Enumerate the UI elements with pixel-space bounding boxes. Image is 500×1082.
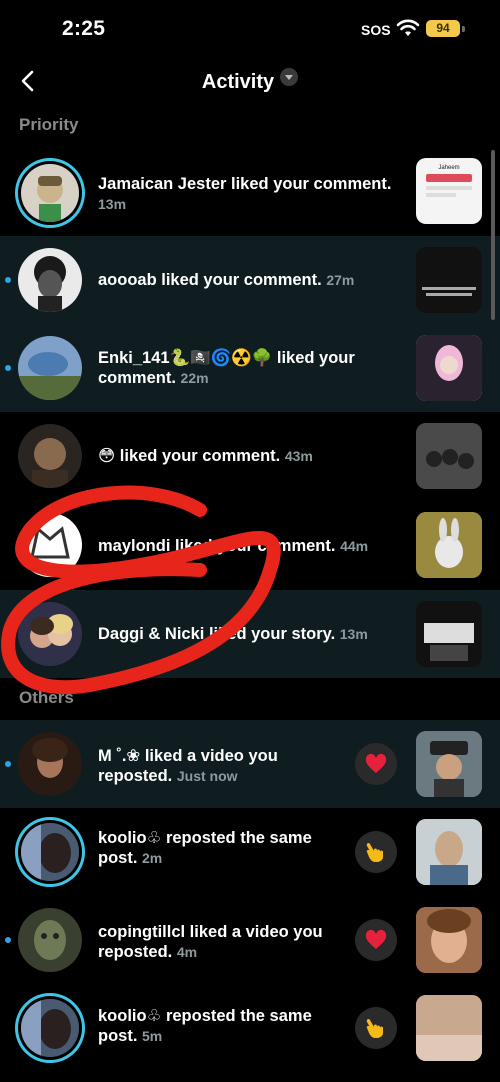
thumb-caption: Jaheem: [438, 165, 459, 171]
pointing-hand-icon: [366, 1018, 383, 1038]
post-thumbnail[interactable]: [416, 819, 482, 885]
avatar[interactable]: [18, 248, 82, 312]
activity-text: 😳 liked your comment. 43m: [98, 446, 398, 466]
activity-row[interactable]: Daggi & Nicki liked your story. 13m: [0, 590, 500, 678]
time-ago: 22m: [180, 370, 209, 386]
activity-row[interactable]: koolio♧ reposted the same post. 2m: [0, 808, 500, 896]
activity-message: Jamaican Jester liked your comment.: [98, 175, 392, 193]
activity-text: copingtillcl liked a video you reposted.…: [98, 922, 348, 962]
avatar[interactable]: [18, 336, 82, 400]
post-thumbnail[interactable]: [416, 512, 482, 578]
activity-message: aoooab liked your comment.: [98, 271, 322, 289]
post-thumbnail[interactable]: [416, 601, 482, 667]
reaction-button[interactable]: [355, 743, 397, 785]
avatar[interactable]: [21, 823, 79, 881]
avatar[interactable]: [18, 424, 82, 488]
time-ago: 13m: [339, 626, 368, 642]
reaction-button[interactable]: [355, 831, 397, 873]
unread-dot: [5, 365, 11, 371]
unread-dot: [5, 631, 11, 637]
section-label-priority: Priority: [19, 115, 79, 134]
activity-text: Daggi & Nicki liked your story. 13m: [98, 624, 398, 644]
unread-dot: [5, 277, 11, 283]
activity-row[interactable]: copingtillcl liked a video you reposted.…: [0, 896, 500, 984]
pointing-hand-icon: [366, 842, 383, 862]
activity-row[interactable]: M ˚.❀ liked a video you reposted. Just n…: [0, 720, 500, 808]
activity-text: Jamaican Jester liked your comment. 13m: [98, 174, 398, 214]
time-ago: Just now: [176, 768, 238, 784]
activity-text: Enki_141🐍🏴‍☠️🌀☢️🌳 liked your comment. 22…: [98, 348, 398, 388]
activity-message: 😳 liked your comment.: [98, 447, 281, 465]
activity-row[interactable]: maylondi liked your comment. 44m: [0, 500, 500, 590]
activity-row[interactable]: 😳 liked your comment. 43m: [0, 412, 500, 500]
time-ago: 4m: [176, 944, 198, 960]
activity-row[interactable]: aoooab liked your comment. 27m: [0, 236, 500, 324]
activity-row[interactable]: Enki_141🐍🏴‍☠️🌀☢️🌳 liked your comment. 22…: [0, 324, 500, 412]
activity-text: koolio♧ reposted the same post. 2m: [98, 828, 338, 868]
reaction-button[interactable]: [355, 1007, 397, 1049]
time-ago: 43m: [284, 448, 313, 464]
post-thumbnail[interactable]: [416, 995, 482, 1061]
activity-message: koolio♧ reposted the same post.: [98, 829, 312, 867]
avatar[interactable]: [18, 513, 82, 577]
chevron-down-icon: [280, 68, 299, 86]
post-thumbnail[interactable]: [416, 731, 482, 797]
sos-indicator: SOS: [361, 22, 391, 38]
header: Activity: [0, 60, 500, 104]
status-bar: 2:25 SOS 94: [0, 0, 500, 60]
activity-text: koolio♧ reposted the same post. 5m: [98, 1006, 338, 1046]
activity-message: maylondi liked your comment.: [98, 537, 336, 555]
post-thumbnail[interactable]: [416, 907, 482, 973]
activity-message: koolio♧ reposted the same post.: [98, 1007, 312, 1045]
time-ago: 27m: [326, 272, 355, 288]
reaction-button[interactable]: [355, 919, 397, 961]
avatar[interactable]: [21, 999, 79, 1057]
activity-message: Daggi & Nicki liked your story.: [98, 625, 336, 643]
battery-tip: [462, 26, 465, 32]
time-ago: 13m: [98, 196, 127, 212]
time-ago: 44m: [340, 538, 369, 554]
unread-dot: [5, 937, 11, 943]
post-thumbnail[interactable]: [416, 423, 482, 489]
activity-message: copingtillcl liked a video you reposted.: [98, 923, 323, 961]
avatar[interactable]: [18, 732, 82, 796]
avatar[interactable]: [18, 908, 82, 972]
activity-text: maylondi liked your comment. 44m: [98, 536, 398, 556]
section-label-others: Others: [19, 688, 74, 707]
activity-message: Enki_141🐍🏴‍☠️🌀☢️🌳 liked your comment.: [98, 349, 355, 387]
post-thumbnail[interactable]: Jaheem: [416, 158, 482, 224]
activity-text: M ˚.❀ liked a video you reposted. Just n…: [98, 746, 348, 786]
avatar[interactable]: [21, 164, 79, 222]
title-dropdown[interactable]: Activity: [0, 68, 500, 94]
time-ago: 2m: [142, 850, 163, 866]
clock: 2:25: [62, 17, 106, 40]
scrollbar[interactable]: [491, 150, 495, 320]
post-thumbnail[interactable]: [416, 247, 482, 313]
activity-row[interactable]: Jamaican Jester liked your comment. 13m …: [0, 150, 500, 236]
wifi-icon: [396, 19, 420, 36]
unread-dot: [5, 761, 11, 767]
heart-icon: [365, 929, 387, 949]
battery-indicator: 94: [426, 20, 460, 37]
activity-text: aoooab liked your comment. 27m: [98, 270, 398, 290]
time-ago: 5m: [142, 1028, 163, 1044]
page-title: Activity: [201, 71, 275, 93]
avatar[interactable]: [18, 602, 82, 666]
activity-row[interactable]: koolio♧ reposted the same post. 5m: [0, 984, 500, 1082]
heart-icon: [365, 753, 387, 773]
post-thumbnail[interactable]: [416, 335, 482, 401]
